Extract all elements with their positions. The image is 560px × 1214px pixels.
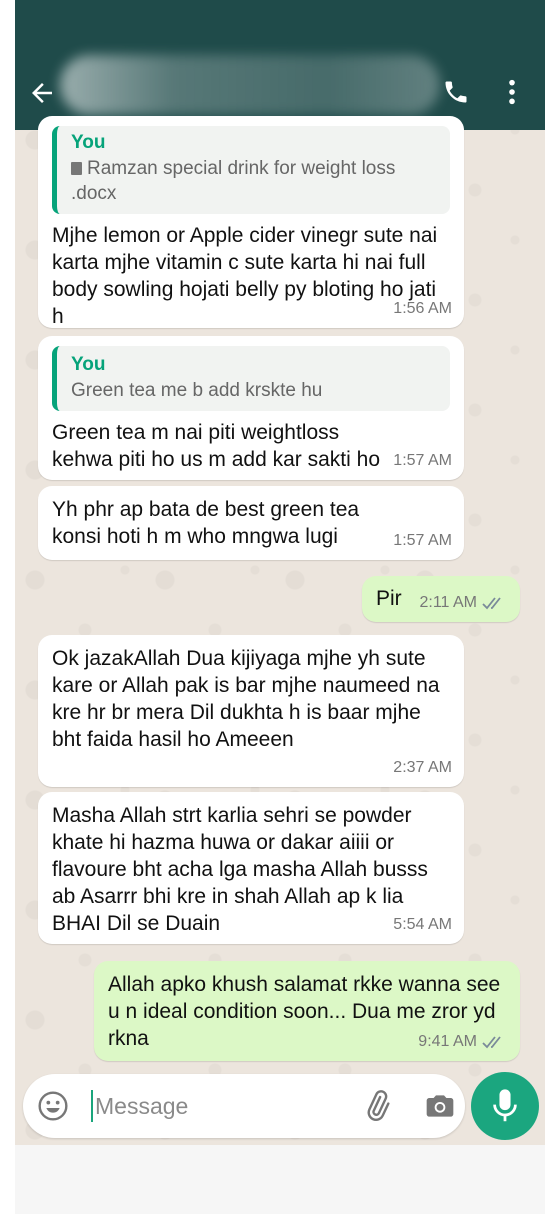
quoted-message[interactable]: You Green tea me b add krskte hu — [52, 346, 450, 411]
message-time: 1:56 AM — [393, 300, 452, 317]
message-bubble-incoming[interactable]: Ok jazakAllah Dua kijiyaga mjhe yh sute … — [38, 635, 464, 787]
message-time: 2:37 AM — [393, 759, 452, 776]
quote-author: You — [71, 354, 106, 375]
quote-author: You — [71, 132, 106, 153]
contact-name-blurred[interactable] — [60, 55, 440, 115]
message-text: Yh phr ap bata de best green tea konsi h… — [52, 498, 360, 548]
message-time: 1:57 AM — [393, 452, 452, 469]
message-composer — [23, 1074, 465, 1138]
camera-icon[interactable] — [423, 1090, 457, 1122]
system-navigation-area — [15, 1145, 545, 1214]
message-bubble-outgoing[interactable]: Allah apko khush salamat rkke wanna see … — [94, 961, 520, 1061]
read-receipt-icon — [482, 1035, 501, 1048]
back-arrow-icon[interactable] — [27, 78, 57, 108]
mic-icon — [493, 1089, 517, 1122]
message-text: Green tea m nai piti weightloss kehwa pi… — [52, 421, 381, 471]
text-cursor — [91, 1090, 93, 1122]
message-text: Mjhe lemon or Apple cider vinegr sute na… — [52, 224, 438, 328]
message-bubble-incoming[interactable]: Yh phr ap bata de best green tea konsi h… — [38, 486, 464, 560]
chat-screen: You Ramzan special drink for weight loss… — [15, 0, 545, 1214]
phone-icon[interactable] — [442, 78, 470, 106]
message-bubble-incoming[interactable]: You Ramzan special drink for weight loss… — [38, 116, 464, 328]
message-bubble-incoming[interactable]: Masha Allah strt karlia sehri se powder … — [38, 792, 464, 944]
message-text: Ok jazakAllah Dua kijiyaga mjhe yh sute … — [52, 647, 440, 751]
message-input[interactable] — [95, 1088, 345, 1124]
more-vert-icon[interactable] — [502, 78, 522, 106]
quote-text: Green tea me b add krskte hu — [71, 380, 323, 401]
emoji-icon[interactable] — [37, 1090, 69, 1122]
document-icon — [71, 162, 82, 175]
message-time: 5:54 AM — [393, 916, 452, 933]
quoted-message[interactable]: You Ramzan special drink for weight loss… — [52, 126, 450, 214]
attach-icon[interactable] — [361, 1090, 393, 1122]
message-time: 2:11 AM — [419, 594, 477, 611]
quote-text: Ramzan special drink for weight loss .do… — [71, 158, 396, 204]
message-time: 9:41 AM — [418, 1033, 477, 1050]
message-time: 1:57 AM — [393, 532, 452, 549]
read-receipt-icon — [482, 596, 501, 609]
message-bubble-incoming[interactable]: You Green tea me b add krskte hu Green t… — [38, 336, 464, 480]
mic-button[interactable] — [471, 1072, 539, 1140]
message-bubble-outgoing[interactable]: Pir 2:11 AM — [362, 576, 520, 622]
chat-header — [15, 0, 545, 130]
message-list: You Ramzan special drink for weight loss… — [15, 116, 545, 1070]
message-text: Masha Allah strt karlia sehri se powder … — [52, 804, 428, 935]
